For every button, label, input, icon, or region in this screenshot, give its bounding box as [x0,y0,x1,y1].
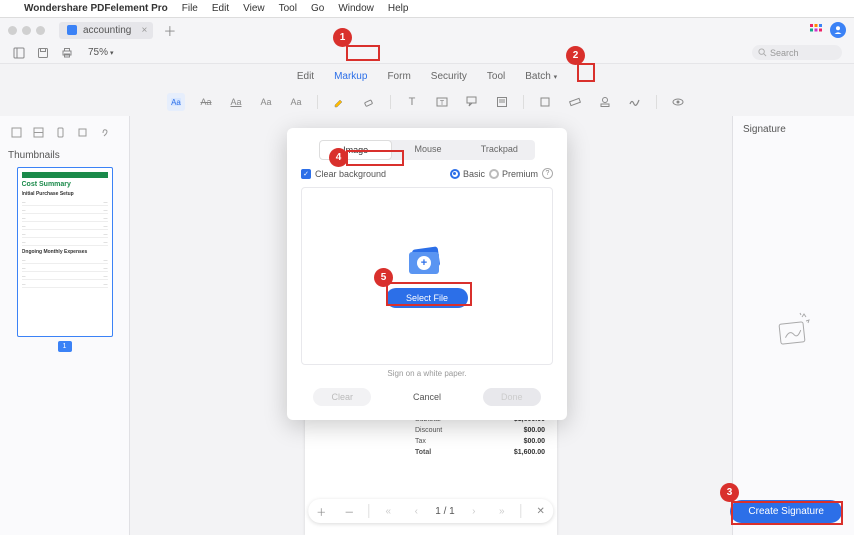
menu-tool[interactable]: Tool [279,3,297,14]
callout-4: 4 [329,148,348,167]
app-name: Wondershare PDFelement Pro [24,3,168,14]
page-thumbnail[interactable]: Cost Summary Initial Purchase Setup —— —… [17,167,113,337]
callout-icon[interactable] [463,93,481,111]
pdf-doc-icon [67,25,77,35]
redbox-image-tab [346,150,404,166]
prev-page-button[interactable]: ‹ [407,502,425,520]
search-input[interactable]: Search [752,45,842,60]
callout-1: 1 [333,28,352,47]
clear-background-checkbox[interactable]: ✓ Clear background [301,169,386,179]
zoom-out-button[interactable]: － [340,502,358,520]
svg-text:Aa: Aa [171,98,181,107]
menu-go[interactable]: Go [311,3,324,14]
ribbon-tab-tool[interactable]: Tool [477,67,515,86]
last-page-button[interactable]: » [493,502,511,520]
ribbon-tab-edit[interactable]: Edit [287,67,324,86]
squiggly-icon[interactable]: Aa [257,93,275,111]
signature-icon[interactable] [626,93,644,111]
mac-menubar: Wondershare PDFelement Pro File Edit Vie… [0,0,854,18]
note-icon[interactable] [493,93,511,111]
layers-icon[interactable] [76,126,88,138]
file-drop-area[interactable]: + Select File [301,187,553,365]
ribbon-tabs: Edit Markup Form Security Tool Batch ▾ [0,64,854,88]
close-tab-icon[interactable]: × [142,25,148,36]
add-tab-button[interactable]: ＋ [163,21,176,40]
caret-icon[interactable]: Aa [287,93,305,111]
traffic-lights[interactable] [8,26,45,35]
print-icon[interactable] [60,46,74,60]
ribbon-tab-markup[interactable]: Markup [324,67,377,86]
folder-plus-icon: + [409,244,445,274]
apps-grid-icon[interactable] [810,24,822,36]
thumbs-view-icon[interactable] [10,126,22,138]
ribbon-tab-form[interactable]: Form [377,67,420,86]
premium-radio[interactable]: Premium [489,169,538,179]
first-page-button[interactable]: « [379,502,397,520]
user-avatar[interactable] [830,22,846,38]
window-tabbar: accounting × ＋ [0,18,854,42]
highlight-text-icon[interactable]: Aa [167,93,185,111]
signature-hint: Sign on a white paper. [287,369,567,378]
phone-view-icon[interactable] [54,126,66,138]
document-tab[interactable]: accounting × [59,22,153,39]
callout-3: 3 [720,483,739,502]
redbox-select-file [386,282,472,306]
menu-view[interactable]: View [243,3,265,14]
redbox-markup [346,45,380,61]
quick-access-bar: 75%▾ Search [0,42,854,64]
tab-title: accounting [83,25,131,36]
signature-panel: Signature [732,116,854,535]
textbox-icon[interactable]: T [433,93,451,111]
signature-modal: Image Mouse Trackpad ✓ Clear background … [287,128,567,420]
next-page-button[interactable]: › [465,502,483,520]
basic-radio[interactable]: Basic [450,169,485,179]
done-button[interactable]: Done [483,388,541,406]
menu-edit[interactable]: Edit [212,3,229,14]
eraser-icon[interactable] [360,93,378,111]
shape-rect-icon[interactable] [536,93,554,111]
signature-panel-title: Signature [743,124,844,135]
search-icon [758,48,767,57]
menu-window[interactable]: Window [338,3,374,14]
close-pager-button[interactable]: ✕ [532,502,550,520]
summary-table: Subtotal$1,600.00 Discount$00.00 Tax$00.… [317,414,545,458]
text-tool-icon[interactable]: T [403,93,421,111]
check-icon: ✓ [301,169,311,179]
ribbon-tab-security[interactable]: Security [421,67,477,86]
strikethrough-icon[interactable]: Aa [197,93,215,111]
thumbnails-panel: Thumbnails Cost Summary Initial Purchase… [0,116,130,535]
signature-empty-illustration [743,135,844,527]
callout-5: 5 [374,268,393,287]
highlighter-icon[interactable] [330,93,348,111]
ribbon-tab-batch[interactable]: Batch ▾ [515,67,567,86]
callout-2: 2 [566,46,585,65]
redbox-signature-tool [577,63,595,82]
page-navigator: ＋ － « ‹ 1 / 1 › » ✕ [308,499,553,523]
clear-button[interactable]: Clear [313,388,371,406]
panel-toggle-icon[interactable] [12,46,26,60]
measure-icon[interactable] [566,93,584,111]
menu-file[interactable]: File [182,3,198,14]
help-icon[interactable]: ? [542,168,553,179]
redbox-create-sig [731,501,843,525]
underline-icon[interactable]: Aa [227,93,245,111]
attachments-icon[interactable] [98,126,110,138]
stamp-icon[interactable] [596,93,614,111]
bookmarks-icon[interactable] [32,126,44,138]
cancel-button[interactable]: Cancel [395,388,459,406]
svg-text:T: T [440,100,445,107]
thumbnail-page-number: 1 [58,341,72,352]
zoom-in-button[interactable]: ＋ [312,502,330,520]
markup-toolbar: Aa Aa Aa Aa Aa T T [0,88,854,116]
tab-trackpad[interactable]: Trackpad [464,140,535,160]
hide-annotations-icon[interactable] [669,93,687,111]
menu-help[interactable]: Help [388,3,409,14]
thumbnails-title: Thumbnails [8,150,121,161]
save-icon[interactable] [36,46,50,60]
zoom-select[interactable]: 75%▾ [88,47,114,58]
